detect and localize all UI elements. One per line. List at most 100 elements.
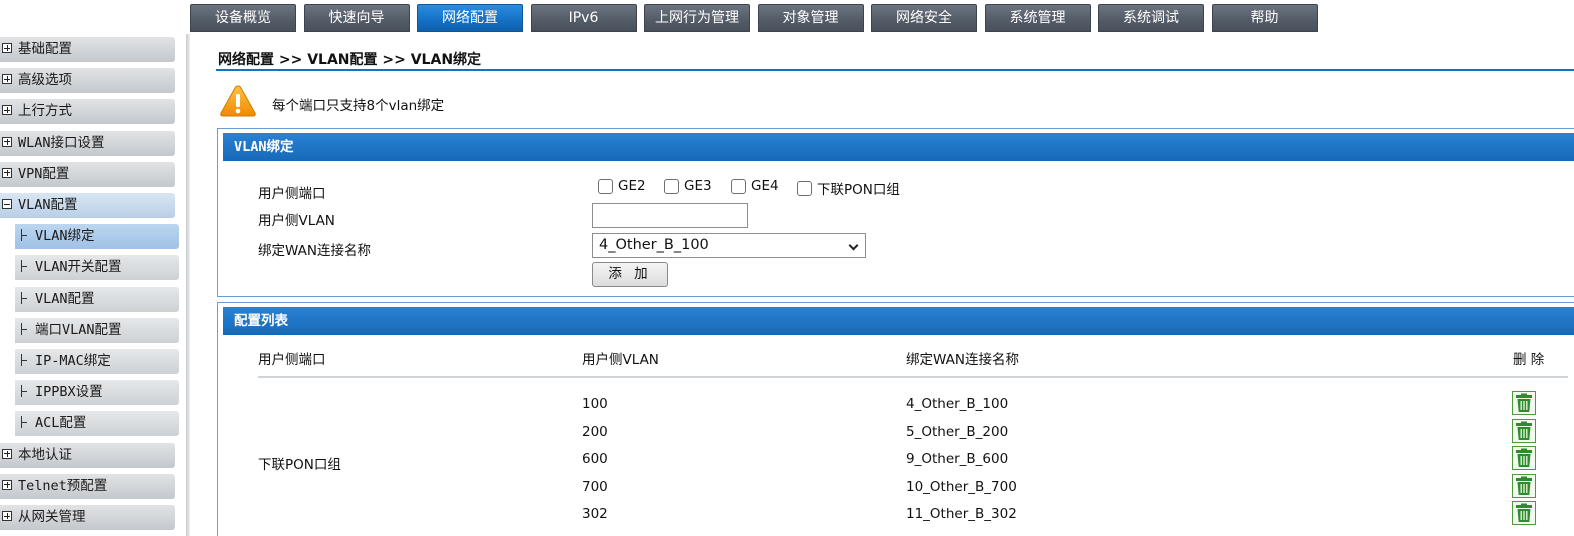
wan-name-label: 绑定WAN连接名称 (258, 243, 371, 259)
port-checkbox-ge4[interactable]: GE4 (731, 178, 779, 194)
sidebar-subitem[interactable]: VLAN配置 (15, 286, 179, 312)
sidebar-item-label: 上行方式 (18, 103, 72, 120)
trash-icon[interactable] (1512, 446, 1536, 471)
row-wan-cell: 4_Other_B_100 (906, 396, 1009, 412)
sidebar-item[interactable]: VLAN配置 (0, 193, 175, 218)
nav-tab[interactable]: 网络安全 (871, 4, 977, 32)
sidebar-subitem[interactable]: IPPBX设置 (15, 380, 179, 406)
row-vlan-cell: 302 (582, 506, 608, 523)
trash-icon[interactable] (1512, 473, 1536, 498)
sidebar-item[interactable]: Telnet预配置 (0, 473, 175, 499)
sidebar-item-label: VPN配置 (18, 165, 70, 182)
sidebar-item-label: WLAN接口设置 (18, 134, 105, 151)
warning-icon (220, 85, 256, 117)
expand-icon (2, 167, 12, 178)
checkbox[interactable] (731, 178, 746, 194)
nav-tab[interactable]: 帮助 (1211, 4, 1318, 32)
panel-title: 配置列表 (223, 307, 1574, 335)
sidebar-divider (186, 34, 190, 536)
port-checkbox-pon-group[interactable]: 下联PON口组 (797, 178, 900, 198)
column-header-delete: 删 除 (1513, 352, 1545, 368)
column-header-vlan: 用户侧VLAN (582, 352, 659, 368)
port-option-label: GE2 (618, 178, 646, 194)
nav-tab[interactable]: 系统调试 (1098, 4, 1204, 32)
expand-icon (2, 136, 12, 147)
sidebar-item[interactable]: 上行方式 (0, 99, 175, 125)
nav-tab[interactable]: IPv6 (530, 4, 637, 32)
nav-tab[interactable]: 快速向导 (303, 4, 410, 32)
sidebar-subitem[interactable]: VLAN开关配置 (15, 255, 179, 281)
port-option-label: GE3 (684, 178, 712, 194)
sidebar-subitem[interactable]: 端口VLAN配置 (15, 317, 179, 343)
column-header-wan: 绑定WAN连接名称 (906, 352, 1019, 368)
sidebar-subitem[interactable]: IP-MAC绑定 (15, 349, 179, 374)
row-vlan-cell: 200 (582, 423, 608, 440)
expand-icon (2, 74, 12, 85)
nav-tab[interactable]: 对象管理 (757, 4, 864, 32)
user-port-label: 用户侧端口 (258, 186, 326, 202)
nav-tab[interactable]: 上网行为管理 (644, 4, 750, 32)
sidebar-item[interactable]: 从网关管理 (0, 505, 175, 530)
tree-branch-icon (20, 229, 29, 242)
sidebar-item-label: 高级选项 (18, 72, 72, 89)
sidebar-item[interactable]: WLAN接口设置 (0, 130, 175, 156)
expand-icon (2, 448, 12, 459)
sidebar-item-label: 从网关管理 (18, 509, 86, 525)
tree-branch-icon (20, 354, 29, 366)
checkbox[interactable] (664, 178, 679, 194)
expand-icon (2, 105, 12, 116)
user-vlan-input[interactable] (592, 203, 748, 228)
sidebar: 基础配置高级选项上行方式 WLAN接口设置 VPN配置 VLAN配置 VLAN绑定 VLA… (0, 34, 188, 536)
sidebar-subitem-label: ACL配置 (35, 415, 87, 432)
wan-name-select[interactable]: 4_Other_B_100 (592, 233, 866, 258)
row-wan-cell: 5_Other_B_200 (906, 423, 1009, 440)
row-wan-cell: 9_Other_B_600 (906, 451, 1009, 468)
user-vlan-label: 用户侧VLAN (258, 213, 335, 229)
checkbox[interactable] (797, 180, 812, 196)
wan-selected-value: 4_Other_B_100 (599, 237, 709, 253)
trash-icon[interactable] (1512, 418, 1536, 443)
port-checkbox-ge3[interactable]: GE3 (664, 178, 712, 194)
sidebar-item-label: VLAN配置 (18, 197, 78, 213)
nav-tab[interactable]: 网络配置 (417, 4, 523, 32)
sidebar-item[interactable]: VPN配置 (0, 161, 175, 187)
port-option-label: 下联PON口组 (817, 182, 900, 198)
sidebar-item[interactable]: 高级选项 (0, 68, 175, 94)
tree-branch-icon (20, 260, 29, 273)
sidebar-item[interactable]: 本地认证 (0, 442, 175, 468)
sidebar-subitem-label: IPPBX设置 (35, 384, 103, 401)
sidebar-subitem-label: VLAN配置 (35, 290, 95, 307)
port-option-label: GE4 (751, 178, 779, 194)
tree-branch-icon (20, 291, 29, 304)
chevron-down-icon (848, 240, 859, 251)
tree-branch-icon (20, 416, 29, 429)
table-header-rule (258, 376, 1568, 378)
sidebar-subitem-label: VLAN绑定 (35, 228, 95, 245)
checkbox[interactable] (598, 178, 613, 194)
sidebar-subitem[interactable]: VLAN绑定 (15, 224, 179, 250)
sidebar-item[interactable]: 基础配置 (0, 37, 175, 62)
row-vlan-cell: 700 (582, 478, 608, 495)
port-group-cell: 下联PON口组 (258, 457, 341, 473)
panel-title: VLAN绑定 (223, 133, 1574, 161)
trash-icon[interactable] (1512, 501, 1536, 526)
add-button[interactable]: 添 加 (592, 262, 668, 287)
sidebar-subitem-label: VLAN开关配置 (35, 259, 122, 276)
row-wan-cell: 10_Other_B_700 (906, 478, 1017, 495)
nav-tab[interactable]: 设备概览 (190, 4, 296, 32)
sidebar-item-label: 基础配置 (18, 41, 72, 57)
collapse-icon (2, 199, 12, 209)
port-checkbox-ge2[interactable]: GE2 (598, 178, 646, 194)
notice-text: 每个端口只支持8个vlan绑定 (272, 98, 445, 114)
row-wan-cell: 11_Other_B_302 (906, 506, 1017, 523)
tree-branch-icon (20, 385, 29, 398)
top-navigation: 设备概览 快速向导 网络配置 IPv6 上网行为管理 对象管理 网络安全 系统管理 系统调试 帮助 (0, 0, 1574, 34)
breadcrumb-rule (216, 69, 1574, 71)
expand-icon (2, 479, 12, 490)
tree-branch-icon (20, 322, 29, 335)
nav-tab[interactable]: 系统管理 (984, 4, 1091, 32)
trash-icon[interactable] (1512, 391, 1536, 415)
config-list-panel: 配置列表 用户侧端口 用户侧VLAN 绑定WAN连接名称 删 除 下联PON口组… (217, 302, 1574, 536)
sidebar-subitem[interactable]: ACL配置 (15, 411, 179, 437)
breadcrumb: 网络配置 >> VLAN配置 >> VLAN绑定 (218, 52, 482, 68)
